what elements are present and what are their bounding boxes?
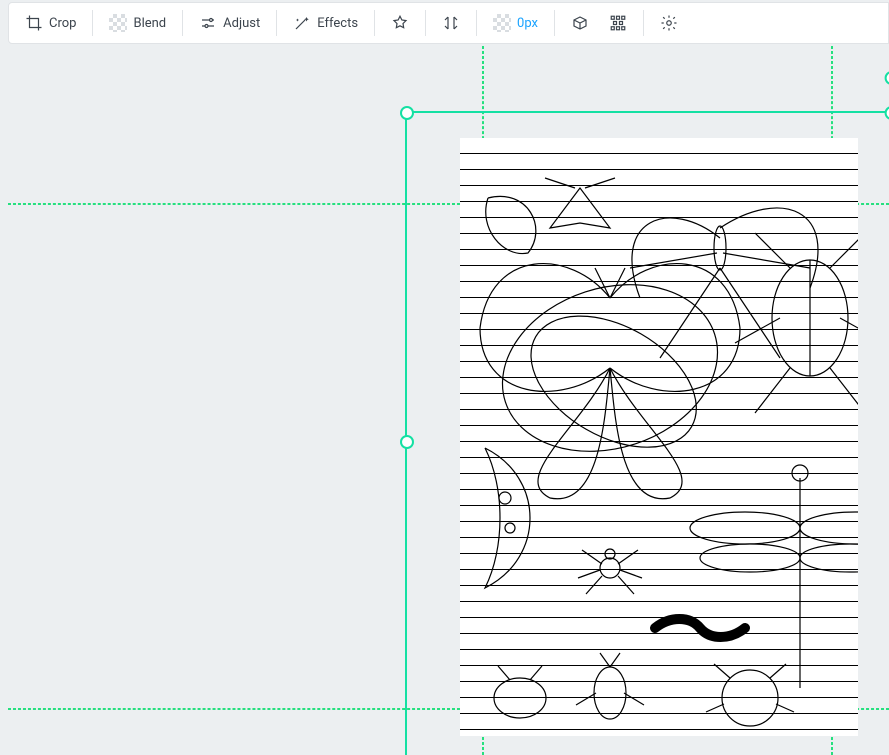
separator: [554, 10, 555, 36]
separator: [425, 10, 426, 36]
favorite-button[interactable]: [383, 9, 417, 37]
transparency-icon: [109, 14, 127, 32]
separator: [182, 10, 183, 36]
offset-button[interactable]: 0px: [485, 9, 546, 37]
pixelate-button[interactable]: [601, 9, 635, 37]
separator: [374, 10, 375, 36]
separator: [643, 10, 644, 36]
crop-label: Crop: [49, 16, 76, 31]
effects-button[interactable]: Effects: [285, 9, 366, 37]
offset-value: 0px: [517, 16, 538, 31]
resize-handle-top-right[interactable]: [885, 106, 889, 120]
wand-icon: [293, 14, 311, 32]
effects-label: Effects: [317, 16, 358, 31]
flip-icon: [442, 14, 460, 32]
crop-button[interactable]: Crop: [17, 9, 84, 37]
resize-handle-mid-left[interactable]: [400, 435, 414, 449]
sliders-icon: [199, 14, 217, 32]
crop-icon: [25, 14, 43, 32]
canvas-area[interactable]: [8, 46, 889, 755]
rotate-handle[interactable]: [885, 71, 889, 85]
separator: [476, 10, 477, 36]
adjust-label: Adjust: [223, 16, 260, 31]
toolbar: Crop Blend Adjust Effects 0px: [8, 2, 889, 44]
blend-button[interactable]: Blend: [101, 9, 174, 37]
resize-handle-top-left[interactable]: [400, 106, 414, 120]
separator: [276, 10, 277, 36]
blend-label: Blend: [133, 16, 166, 31]
transparency-icon: [493, 14, 511, 32]
separator: [92, 10, 93, 36]
hatch-pattern: [460, 138, 858, 736]
star-icon: [391, 14, 409, 32]
selected-image[interactable]: [460, 138, 858, 736]
adjust-button[interactable]: Adjust: [191, 9, 268, 37]
cube-icon: [571, 14, 589, 32]
perspective-button[interactable]: [563, 9, 597, 37]
pixel-icon: [609, 14, 627, 32]
settings-button[interactable]: [652, 9, 686, 37]
flip-button[interactable]: [434, 9, 468, 37]
gear-icon: [660, 14, 678, 32]
